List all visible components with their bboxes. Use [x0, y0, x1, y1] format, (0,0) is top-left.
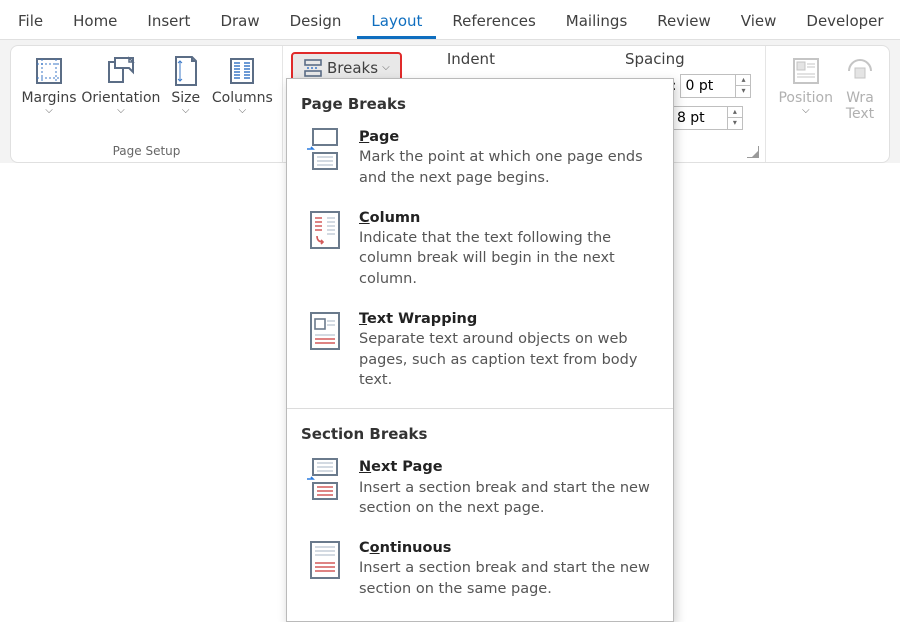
menu-item-title: Text Wrapping [359, 309, 659, 329]
spacing-label: Spacing [625, 50, 685, 68]
menu-item-title: Column [359, 208, 659, 228]
wrap-text-label-1: Wra [846, 90, 874, 106]
menu-heading-page-breaks: Page Breaks [287, 85, 673, 119]
size-button[interactable]: Size ⌵ [163, 52, 209, 118]
tab-references[interactable]: References [438, 6, 549, 39]
chevron-down-icon: ⌵ [239, 106, 247, 116]
wrap-text-button[interactable]: Wra Text [839, 52, 881, 124]
breaks-dropdown: Page Breaks Page Mark the point at which… [286, 78, 674, 622]
menu-heading-section-breaks: Section Breaks [287, 415, 673, 449]
margins-label: Margins [21, 90, 76, 106]
group-label-page-setup: Page Setup [11, 142, 282, 162]
menu-item-desc: Insert a section break and start the new… [359, 480, 650, 516]
menu-item-column-break[interactable]: Column Indicate that the text following … [287, 200, 673, 301]
ribbon-tabs: File Home Insert Draw Design Layout Refe… [0, 0, 900, 40]
menu-separator [287, 408, 673, 409]
chevron-down-icon: ⌵ [45, 106, 53, 116]
menu-item-desc: Insert a section break and start the new… [359, 560, 650, 596]
tab-developer[interactable]: Developer [792, 6, 897, 39]
spacing-after-input[interactable]: ▴▾ [672, 106, 743, 130]
menu-item-title: Next Page [359, 457, 659, 477]
menu-item-continuous-break[interactable]: Continuous Insert a section break and st… [287, 530, 673, 611]
menu-item-page-break[interactable]: Page Mark the point at which one page en… [287, 119, 673, 200]
column-break-icon [305, 208, 345, 252]
position-button[interactable]: Position ⌵ [774, 52, 837, 118]
next-page-break-icon [305, 457, 345, 501]
tab-review[interactable]: Review [643, 6, 725, 39]
text-wrapping-break-icon [305, 309, 345, 353]
columns-button[interactable]: Columns ⌵ [211, 52, 274, 118]
size-icon [169, 54, 203, 88]
tab-view[interactable]: View [727, 6, 791, 39]
margins-button[interactable]: Margins ⌵ [19, 52, 79, 118]
orientation-label: Orientation [81, 90, 160, 106]
group-page-setup: Margins ⌵ Orientation ⌵ Size ⌵ [11, 46, 283, 162]
position-icon [789, 54, 823, 88]
size-label: Size [171, 90, 200, 106]
group-arrange: Position ⌵ Wra Text [766, 46, 889, 162]
menu-item-desc: Mark the point at which one page ends an… [359, 149, 643, 185]
menu-item-next-page-break[interactable]: Next Page Insert a section break and sta… [287, 449, 673, 530]
chevron-down-icon: ⌵ [802, 106, 810, 116]
tab-insert[interactable]: Insert [133, 6, 204, 39]
wrap-text-label-2: Text [846, 106, 874, 122]
breaks-icon [303, 58, 323, 78]
menu-item-desc: Separate text around objects on web page… [359, 331, 637, 388]
page-break-icon [305, 127, 345, 171]
tab-home[interactable]: Home [59, 6, 131, 39]
indent-label: Indent [447, 50, 495, 68]
chevron-down-icon: ⌵ [117, 106, 125, 116]
tab-draw[interactable]: Draw [206, 6, 273, 39]
chevron-down-icon: ⌵ [382, 63, 390, 73]
tab-file[interactable]: File [4, 6, 57, 39]
menu-item-desc: Indicate that the text following the col… [359, 230, 615, 287]
continuous-break-icon [305, 538, 345, 582]
tab-design[interactable]: Design [276, 6, 356, 39]
tab-layout[interactable]: Layout [357, 6, 436, 39]
dialog-launcher-icon[interactable] [747, 146, 759, 158]
orientation-button[interactable]: Orientation ⌵ [81, 52, 161, 118]
spacing-before-input[interactable]: ▴▾ [680, 74, 751, 98]
tab-mailings[interactable]: Mailings [552, 6, 641, 39]
menu-item-title: Continuous [359, 538, 659, 558]
breaks-label: Breaks [327, 59, 378, 77]
position-label: Position [778, 90, 833, 106]
orientation-icon [104, 54, 138, 88]
chevron-down-icon: ⌵ [182, 106, 190, 116]
margins-icon [32, 54, 66, 88]
columns-icon [225, 54, 259, 88]
menu-item-text-wrapping-break[interactable]: Text Wrapping Separate text around objec… [287, 301, 673, 402]
wrap-text-icon [843, 54, 877, 88]
menu-item-title: Page [359, 127, 659, 147]
columns-label: Columns [212, 90, 273, 106]
